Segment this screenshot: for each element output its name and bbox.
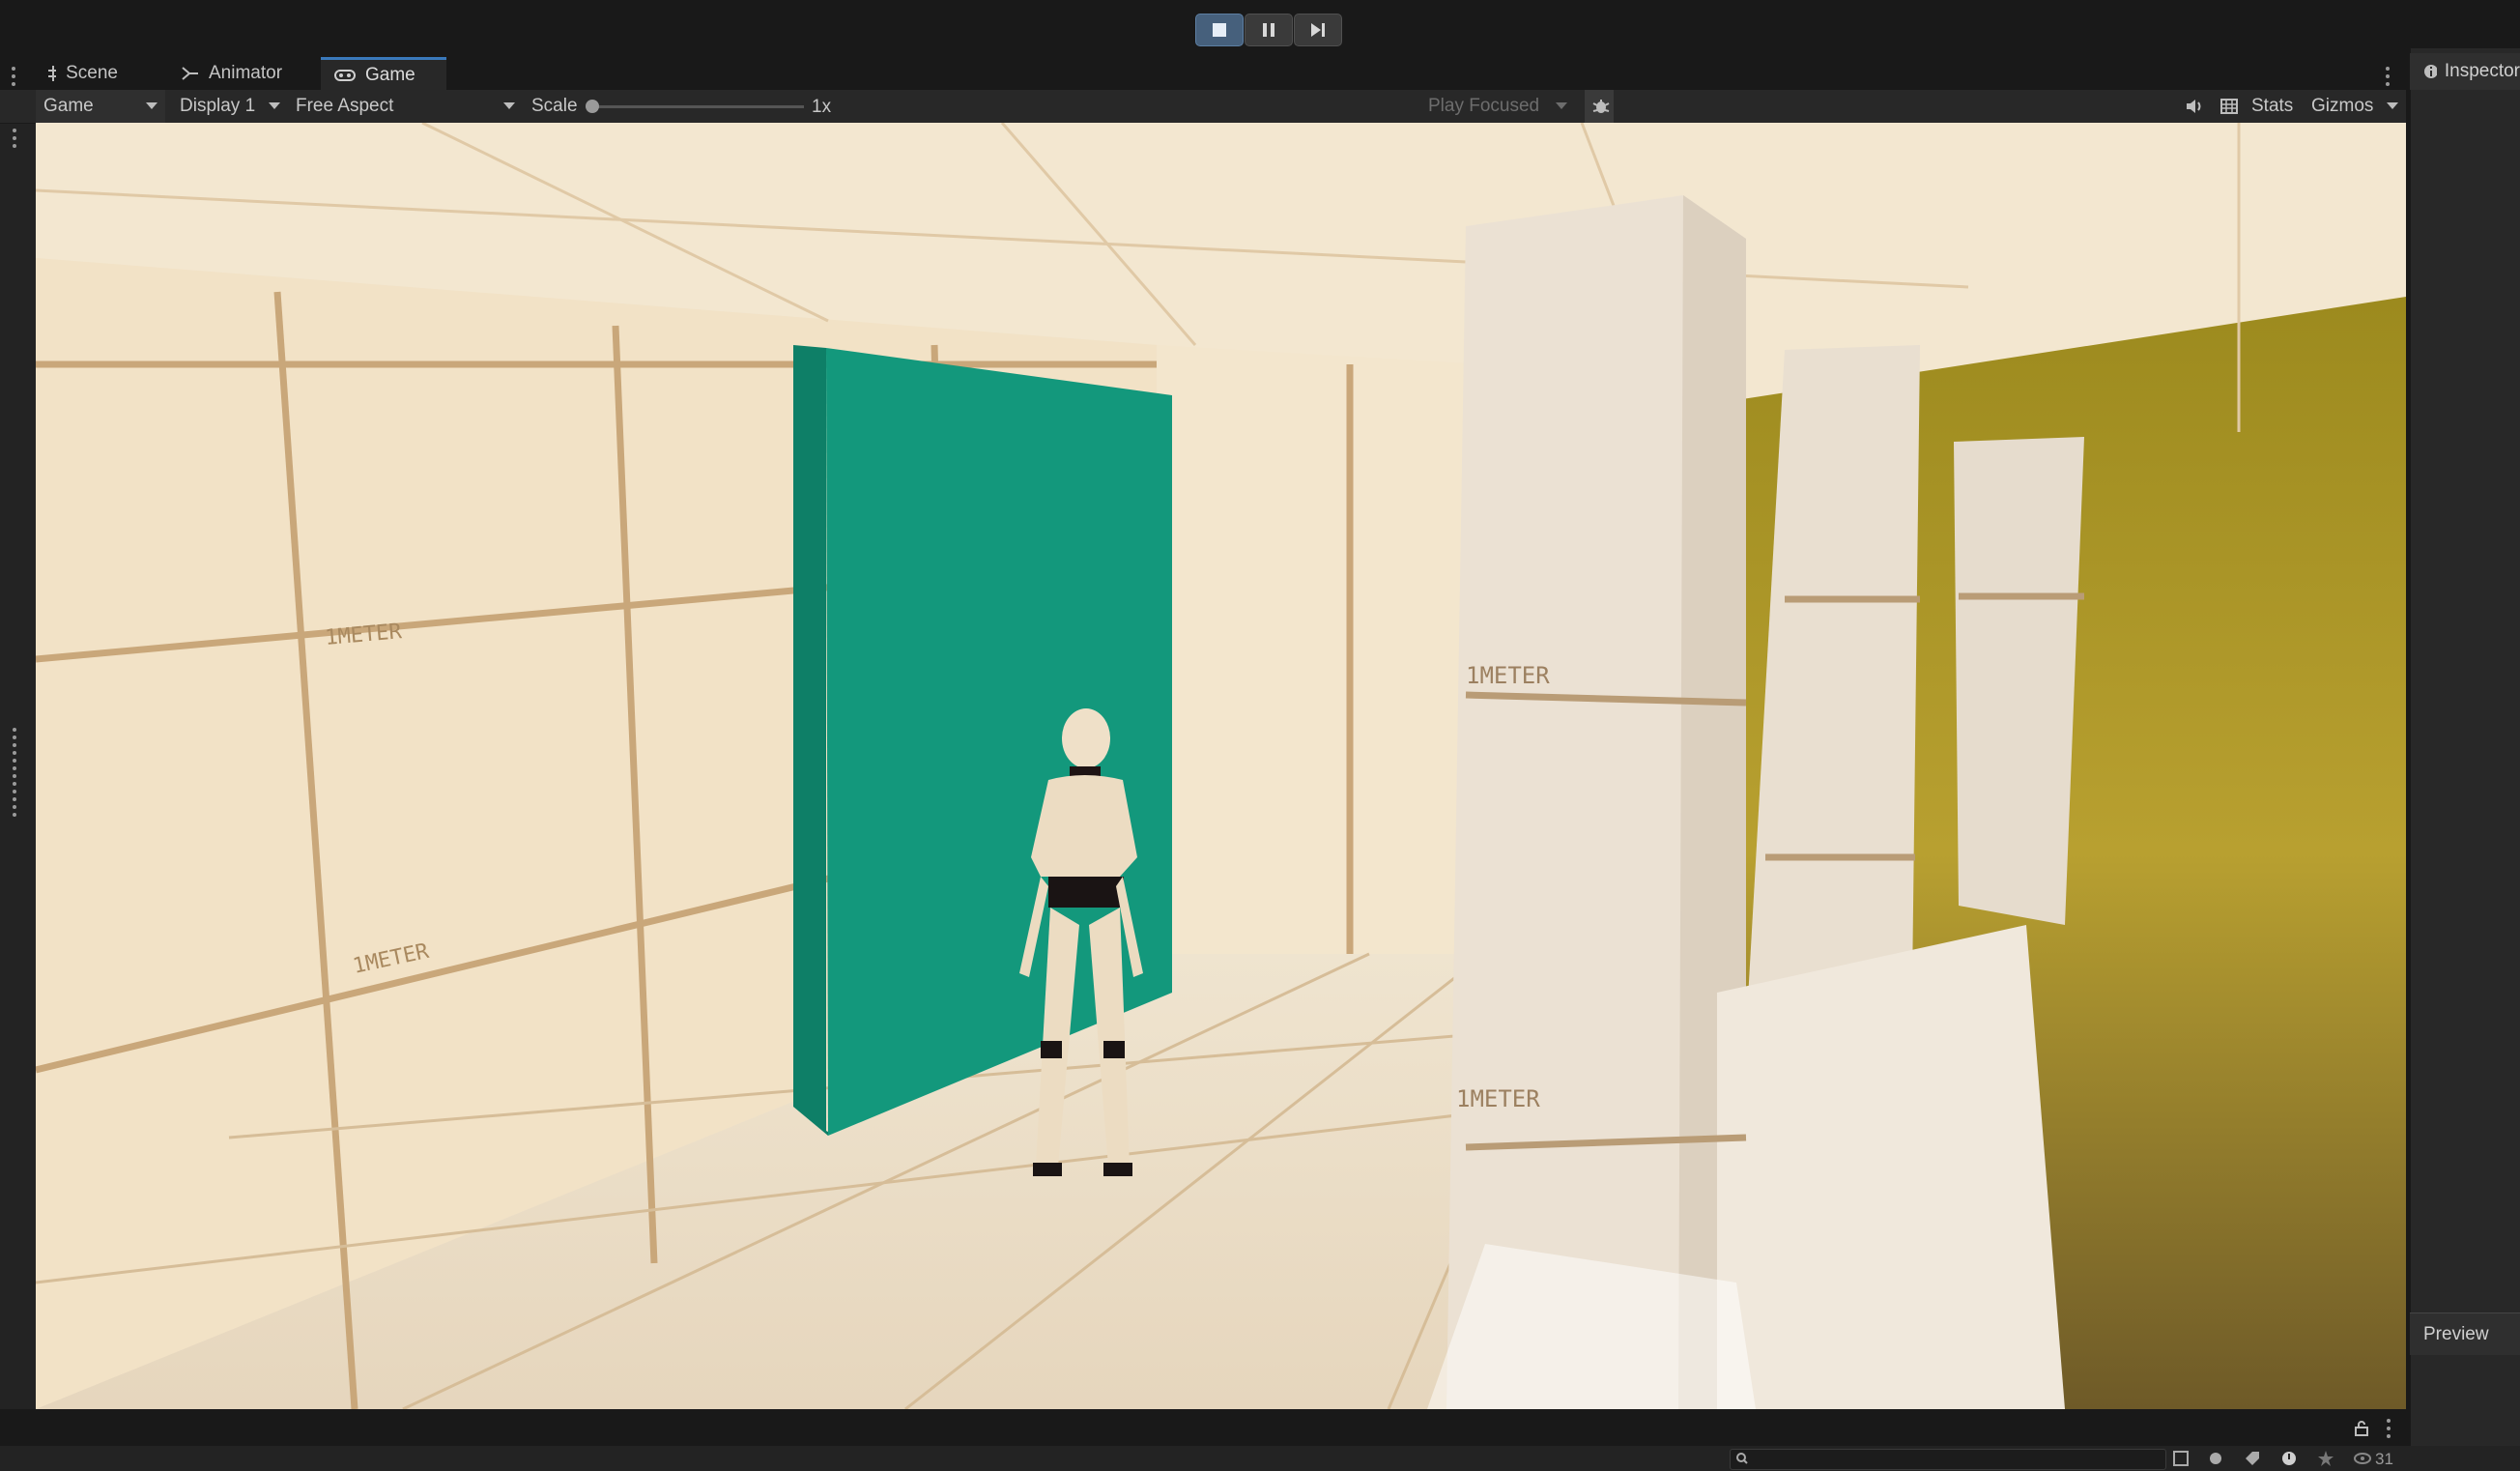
tab-game-label: Game <box>365 64 415 85</box>
aspect-dropdown-label: Free Aspect <box>296 96 394 116</box>
grid-icon <box>48 66 57 81</box>
tab-scene-label: Scene <box>66 63 118 83</box>
warning-icon[interactable] <box>2280 1450 2298 1467</box>
gamepad-icon <box>334 69 356 81</box>
dock-handle-icon[interactable] <box>13 129 16 152</box>
teal-panel-side <box>793 345 828 1136</box>
dock-handle-icon[interactable] <box>13 751 16 774</box>
info-icon <box>2424 65 2437 78</box>
scale-control: Scale 1x <box>524 90 833 123</box>
display-dropdown[interactable]: Display 1 <box>172 90 288 123</box>
aspect-dropdown[interactable]: Free Aspect <box>288 90 523 123</box>
search-icon <box>1736 1453 1748 1464</box>
star-icon[interactable] <box>2317 1450 2334 1467</box>
scale-label: Scale <box>531 96 578 116</box>
play-toolbar <box>0 0 2520 48</box>
dock-handle-icon[interactable] <box>13 797 16 821</box>
tab-game[interactable]: Game <box>321 57 446 90</box>
bug-icon <box>1592 100 1610 113</box>
play-mode-dropdown[interactable]: Play Focused <box>1420 90 1575 123</box>
view-dropdown-label: Game <box>43 96 94 116</box>
play-mode-label: Play Focused <box>1428 96 1540 116</box>
scale-slider-handle[interactable] <box>586 100 599 113</box>
gizmos-dropdown[interactable]: Gizmos <box>2304 90 2406 123</box>
search-input[interactable] <box>1730 1449 2166 1470</box>
meter-label: 1METER <box>1466 662 1550 689</box>
panel-menu-icon[interactable] <box>2387 1419 2391 1442</box>
inspector-panel <box>2410 48 2520 1471</box>
pause-button[interactable] <box>1245 14 1293 46</box>
chevron-down-icon <box>269 102 280 109</box>
mute-audio-button[interactable] <box>2178 90 2207 123</box>
pillar-far <box>1954 437 2084 925</box>
back-wall <box>1157 345 1485 954</box>
package-icon[interactable] <box>2207 1450 2224 1467</box>
chevron-down-icon <box>146 102 158 109</box>
stats-button[interactable]: Stats <box>2244 90 2304 123</box>
scale-value: 1x <box>812 97 832 117</box>
preview-label: Preview <box>2423 1323 2489 1344</box>
low-wall <box>1717 925 2065 1409</box>
left-dock-strip <box>0 90 36 1409</box>
animator-icon <box>182 67 198 80</box>
step-icon <box>1311 23 1325 37</box>
step-button[interactable] <box>1294 14 1342 46</box>
play-button[interactable] <box>1195 14 1244 46</box>
gizmos-label: Gizmos <box>2311 96 2374 116</box>
tab-scene[interactable]: Scene <box>35 57 131 90</box>
lock-icon[interactable] <box>2354 1421 2369 1436</box>
status-bar: 31 <box>0 1446 2520 1471</box>
dock-handle-icon[interactable] <box>13 774 16 797</box>
game-viewport[interactable]: 1METER 1METER 1METER 1METER <box>36 123 2406 1409</box>
tab-animator[interactable]: Animator <box>168 57 303 90</box>
scale-slider-track[interactable] <box>591 105 804 108</box>
chevron-down-icon <box>2387 102 2398 109</box>
dock-handle-icon[interactable] <box>13 728 16 751</box>
stop-icon <box>1213 23 1226 37</box>
visibility-count: 31 <box>2375 1450 2393 1468</box>
view-dropdown[interactable]: Game <box>36 90 165 123</box>
preview-header[interactable]: Preview <box>2410 1312 2520 1355</box>
tab-animator-label: Animator <box>209 63 283 83</box>
bug-button[interactable] <box>1585 90 1614 123</box>
display-dropdown-label: Display 1 <box>180 96 256 116</box>
tab-inspector[interactable]: Inspector <box>2410 53 2520 90</box>
pause-icon <box>1263 23 1274 37</box>
chevron-down-icon <box>503 102 515 109</box>
layers-icon[interactable] <box>2172 1450 2190 1467</box>
grid-toggle-button[interactable] <box>2213 90 2242 123</box>
eye-icon[interactable] <box>2354 1452 2371 1465</box>
chevron-down-icon <box>1556 102 1567 109</box>
more-options-icon[interactable] <box>12 67 15 90</box>
stats-label: Stats <box>2251 96 2294 116</box>
speaker-icon <box>2187 100 2201 113</box>
meter-label: 1METER <box>1456 1085 1540 1112</box>
inspector-tab-label: Inspector <box>2444 61 2520 81</box>
tag-icon[interactable] <box>2244 1450 2261 1467</box>
bottom-panel-bar <box>0 1409 2410 1446</box>
game-view-toolbar: Game Display 1 Free Aspect Scale 1x Play… <box>0 90 2406 124</box>
table-icon <box>2220 99 2238 114</box>
editor-tab-row: Scene Animator Game <box>0 53 2406 90</box>
game-render: 1METER 1METER 1METER 1METER <box>36 123 2406 1409</box>
panel-menu-icon[interactable] <box>2386 67 2390 90</box>
